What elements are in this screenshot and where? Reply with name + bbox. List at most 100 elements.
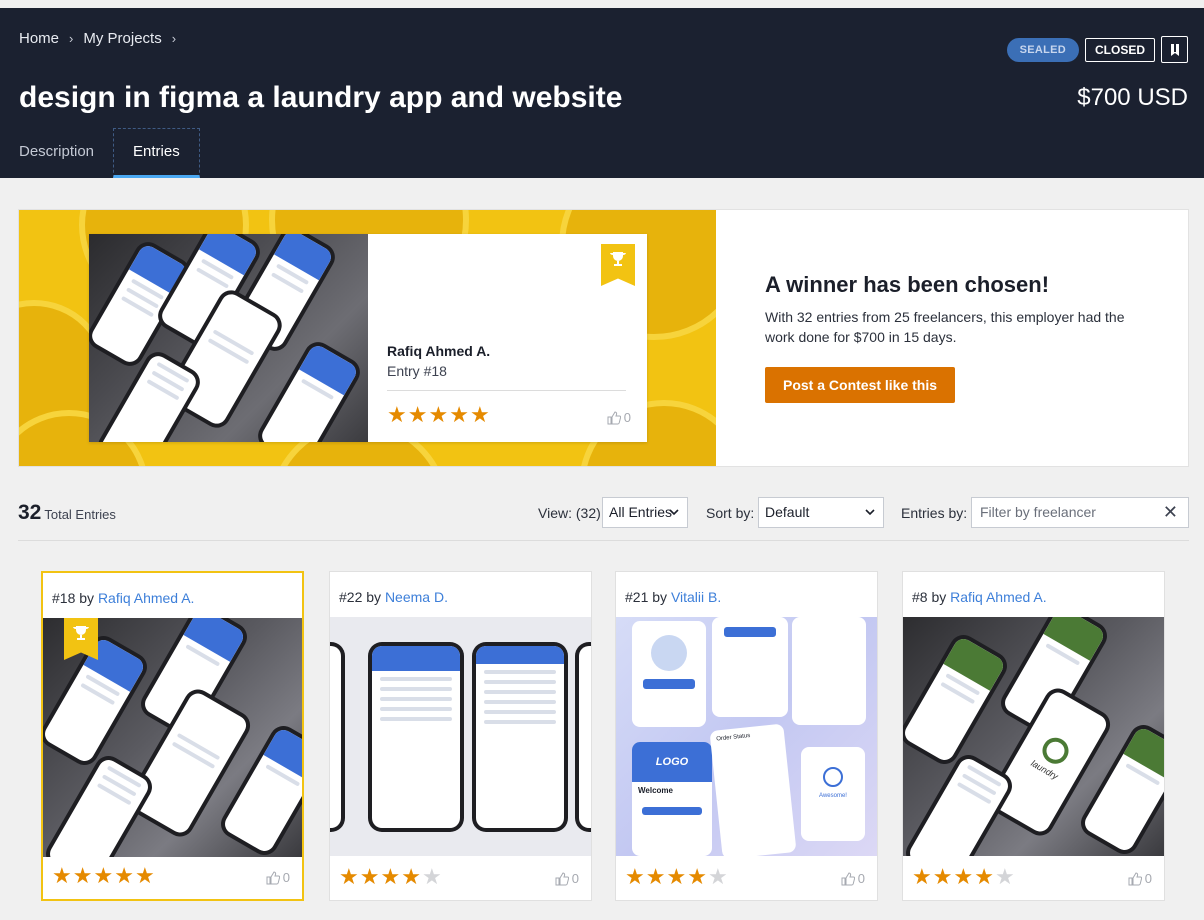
entry-number: #18	[52, 590, 76, 606]
winner-entry-number: Entry #18	[387, 363, 447, 379]
tab-description[interactable]: Description	[0, 128, 113, 178]
star-rating: ★ ★ ★ ★ ★	[339, 866, 442, 888]
entry-thumbnail[interactable]: laundry	[903, 617, 1164, 856]
phone-mockup	[43, 750, 158, 857]
bookmark-icon	[1171, 44, 1179, 56]
star-icon: ★	[625, 864, 645, 889]
breadcrumb-my-projects[interactable]: My Projects	[83, 30, 161, 47]
entry-thumbnail[interactable]	[43, 618, 302, 857]
star-icon: ★	[421, 864, 442, 889]
phone-mockup	[472, 642, 568, 832]
mockup-awesome: Awesome!	[819, 793, 847, 799]
view-select-value: All Entries	[609, 504, 673, 520]
phone-mockup	[903, 749, 1018, 856]
like-count: 0	[1144, 871, 1152, 886]
entry-title: #22 by Neema D.	[339, 589, 448, 605]
entry-card[interactable]: #21 by Vitalii B. LOGO Welcome Order Sta…	[615, 571, 878, 901]
winner-name[interactable]: Rafiq Ahmed A.	[387, 343, 490, 359]
freelancer-link[interactable]: Rafiq Ahmed A.	[98, 590, 195, 606]
like-count: 0	[282, 870, 290, 885]
filter-placeholder: Filter by freelancer	[980, 504, 1096, 520]
freelancer-link[interactable]: Neema D.	[385, 589, 448, 605]
phone-mockup	[330, 642, 345, 832]
like-count: 0	[623, 410, 631, 425]
star-icon: ★	[707, 864, 728, 889]
winning-entry-thumbnail[interactable]	[89, 234, 368, 442]
chevron-down-icon	[865, 509, 875, 516]
breadcrumb-home[interactable]: Home	[19, 30, 59, 47]
entry-number: #21	[625, 589, 649, 605]
project-header: Home › My Projects › SEALED CLOSED desig…	[0, 8, 1204, 178]
tab-entries[interactable]: Entries	[113, 128, 200, 178]
like-count: 0	[857, 871, 865, 886]
bookmark-button[interactable]	[1161, 36, 1188, 63]
chevron-right-icon: ›	[171, 31, 177, 46]
total-entries-label: Total Entries	[44, 507, 116, 522]
like-count: 0	[571, 871, 579, 886]
entry-number: #22	[339, 589, 363, 605]
page-title: design in figma a laundry app and websit…	[19, 81, 623, 114]
star-icon: ★	[449, 402, 469, 427]
entry-title: #8 by Rafiq Ahmed A.	[912, 589, 1047, 605]
tab-bar: Description Entries	[0, 128, 200, 178]
total-entries-count: 32	[18, 501, 42, 524]
star-icon: ★	[912, 864, 932, 889]
freelancer-link[interactable]: Vitalii B.	[671, 589, 721, 605]
star-icon: ★	[380, 864, 401, 889]
freelancer-link[interactable]: Rafiq Ahmed A.	[950, 589, 1047, 605]
trophy-icon	[601, 244, 635, 286]
star-icon: ★	[134, 863, 155, 888]
phone-mockup	[253, 337, 365, 442]
star-icon: ★	[645, 864, 666, 889]
star-icon: ★	[407, 402, 428, 427]
view-label: View: (32)	[538, 505, 601, 521]
sort-label: Sort by:	[706, 505, 755, 521]
star-icon: ★	[932, 864, 953, 889]
entry-by: by	[79, 590, 95, 606]
winner-banner: Rafiq Ahmed A. Entry #18 ★ ★ ★ ★ ★ 0 A winne…	[18, 209, 1189, 467]
entry-by: by	[366, 589, 382, 605]
freelancer-filter-input[interactable]: Filter by freelancer ✕	[971, 497, 1189, 528]
entry-thumbnail[interactable]: LOGO Welcome Order Status Awesome!	[616, 617, 877, 856]
budget: $700 USD	[1077, 84, 1188, 111]
sealed-badge: SEALED	[1006, 37, 1079, 62]
screen-mockup: LOGO Welcome	[632, 742, 712, 856]
close-icon[interactable]: ✕	[1163, 498, 1178, 527]
entries-toolbar: 32 Total Entries View: (32) All Entries S…	[18, 497, 1189, 541]
like-button[interactable]: 0	[266, 870, 290, 885]
star-icon: ★	[114, 863, 134, 888]
winner-headline: A winner has been chosen!	[765, 272, 1050, 297]
star-icon: ★	[428, 402, 449, 427]
entry-thumbnail[interactable]	[330, 617, 591, 856]
sort-select[interactable]: Default	[758, 497, 884, 528]
entry-title: #21 by Vitalii B.	[625, 589, 721, 605]
banner-background: Rafiq Ahmed A. Entry #18 ★ ★ ★ ★ ★ 0	[19, 210, 716, 466]
entry-by: by	[652, 589, 668, 605]
star-icon: ★	[994, 864, 1015, 889]
phone-mockup	[368, 642, 464, 832]
star-icon: ★	[469, 402, 490, 427]
status-row: SEALED CLOSED	[1006, 36, 1188, 63]
like-button[interactable]: 0	[607, 410, 631, 425]
thumbs-up-icon	[1128, 871, 1142, 885]
phone-mockup	[575, 642, 591, 832]
view-select[interactable]: All Entries	[602, 497, 688, 528]
star-icon: ★	[666, 864, 687, 889]
like-button[interactable]: 0	[841, 871, 865, 886]
sort-select-value: Default	[765, 504, 810, 520]
chevron-down-icon	[669, 509, 679, 516]
phone-mockup	[903, 629, 1013, 770]
star-rating: ★ ★ ★ ★ ★	[912, 866, 1015, 888]
entry-card[interactable]: #22 by Neema D. ★ ★ ★ ★ ★ 0	[329, 571, 592, 901]
star-icon: ★	[953, 864, 974, 889]
post-contest-button[interactable]: Post a Contest like this	[765, 367, 956, 403]
winning-entry-card[interactable]: Rafiq Ahmed A. Entry #18 ★ ★ ★ ★ ★ 0	[89, 234, 647, 442]
entry-card[interactable]: #18 by Rafiq Ahmed A. ★ ★ ★ ★ ★ 0	[41, 571, 304, 901]
like-button[interactable]: 0	[555, 871, 579, 886]
total-entries: 32 Total Entries	[18, 501, 116, 525]
entry-card[interactable]: #8 by Rafiq Ahmed A. laundry ★ ★ ★ ★ ★ 0	[902, 571, 1165, 901]
like-button[interactable]: 0	[1128, 871, 1152, 886]
screen-mockup: Order Status	[709, 723, 797, 856]
star-rating: ★ ★ ★ ★ ★	[387, 404, 490, 426]
star-icon: ★	[687, 864, 707, 889]
